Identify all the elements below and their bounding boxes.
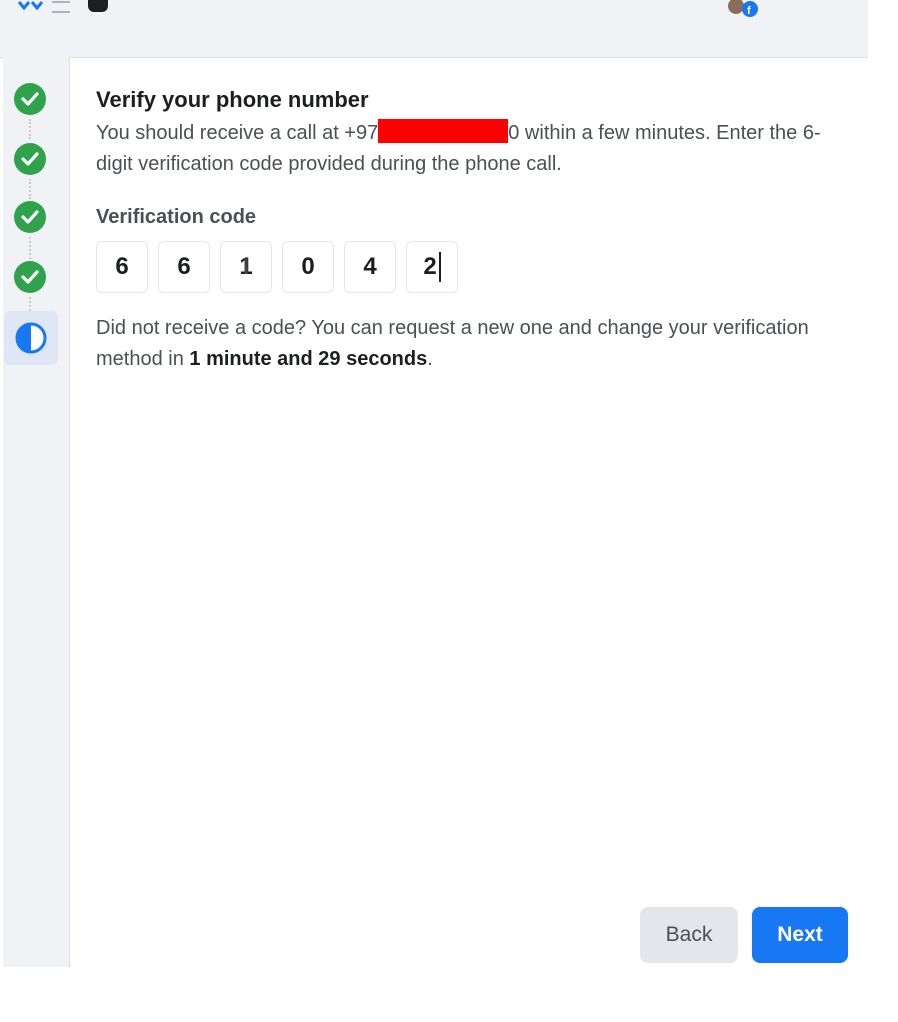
lines-icon[interactable] (52, 1, 70, 13)
text-cursor-icon: I (243, 254, 250, 279)
redacted-phone-number (378, 119, 509, 143)
check-icon (14, 261, 46, 293)
instruction-text: You should receive a call at +97 0 within… (96, 118, 836, 180)
step-connector (29, 179, 33, 199)
code-digit-6[interactable]: 2 (406, 241, 458, 293)
input-caret (438, 252, 441, 282)
half-circle-icon (15, 322, 47, 354)
code-digit-value: 6 (115, 253, 129, 280)
code-digit-2[interactable]: 6 (158, 241, 210, 293)
check-icon (14, 83, 46, 115)
step-1-completed[interactable] (12, 81, 48, 117)
top-bar: f (0, 0, 868, 58)
chevrons-icon[interactable] (18, 0, 44, 12)
verification-code-label: Verification code (96, 206, 257, 228)
code-digit-value: 0 (301, 253, 315, 280)
panel-content: Verify your phone number You should rece… (96, 86, 836, 395)
code-digit-value: 2 (423, 253, 437, 280)
dark-shape-icon (88, 0, 108, 12)
step-4-completed[interactable] (12, 259, 48, 295)
instruction-prefix: You should receive a call at +97 (96, 122, 379, 144)
verification-code-inputs: 6 6 1I 0 4 2 (96, 241, 836, 293)
step-2-completed[interactable] (12, 141, 48, 177)
svg-text:f: f (747, 5, 751, 17)
step-connector (29, 119, 33, 139)
step-connector (29, 297, 33, 311)
topbar-icons (18, 0, 108, 14)
resend-countdown: 1 minute and 29 seconds (189, 348, 428, 370)
next-button[interactable]: Next (752, 907, 848, 963)
code-digit-3[interactable]: 1I (220, 241, 272, 293)
code-digit-4[interactable]: 0 (282, 241, 334, 293)
step-3-completed[interactable] (12, 199, 48, 235)
code-digit-value: 4 (363, 253, 377, 280)
page-title: Verify your phone number (96, 87, 369, 112)
back-button[interactable]: Back (640, 907, 738, 963)
check-icon (14, 201, 46, 233)
check-icon (14, 143, 46, 175)
verification-panel: Verify your phone number You should rece… (70, 58, 866, 967)
footer-actions: Back Next (640, 907, 848, 963)
code-digit-1[interactable]: 6 (96, 241, 148, 293)
resend-info-text: Did not receive a code? You can request … (96, 313, 836, 375)
code-digit-value: 6 (177, 253, 191, 280)
avatar-icon[interactable]: f (726, 0, 760, 17)
resend-suffix: . (427, 348, 433, 370)
code-digit-5[interactable]: 4 (344, 241, 396, 293)
step-sidebar (3, 57, 70, 967)
step-5-current[interactable] (4, 311, 58, 365)
step-connector (29, 237, 33, 259)
